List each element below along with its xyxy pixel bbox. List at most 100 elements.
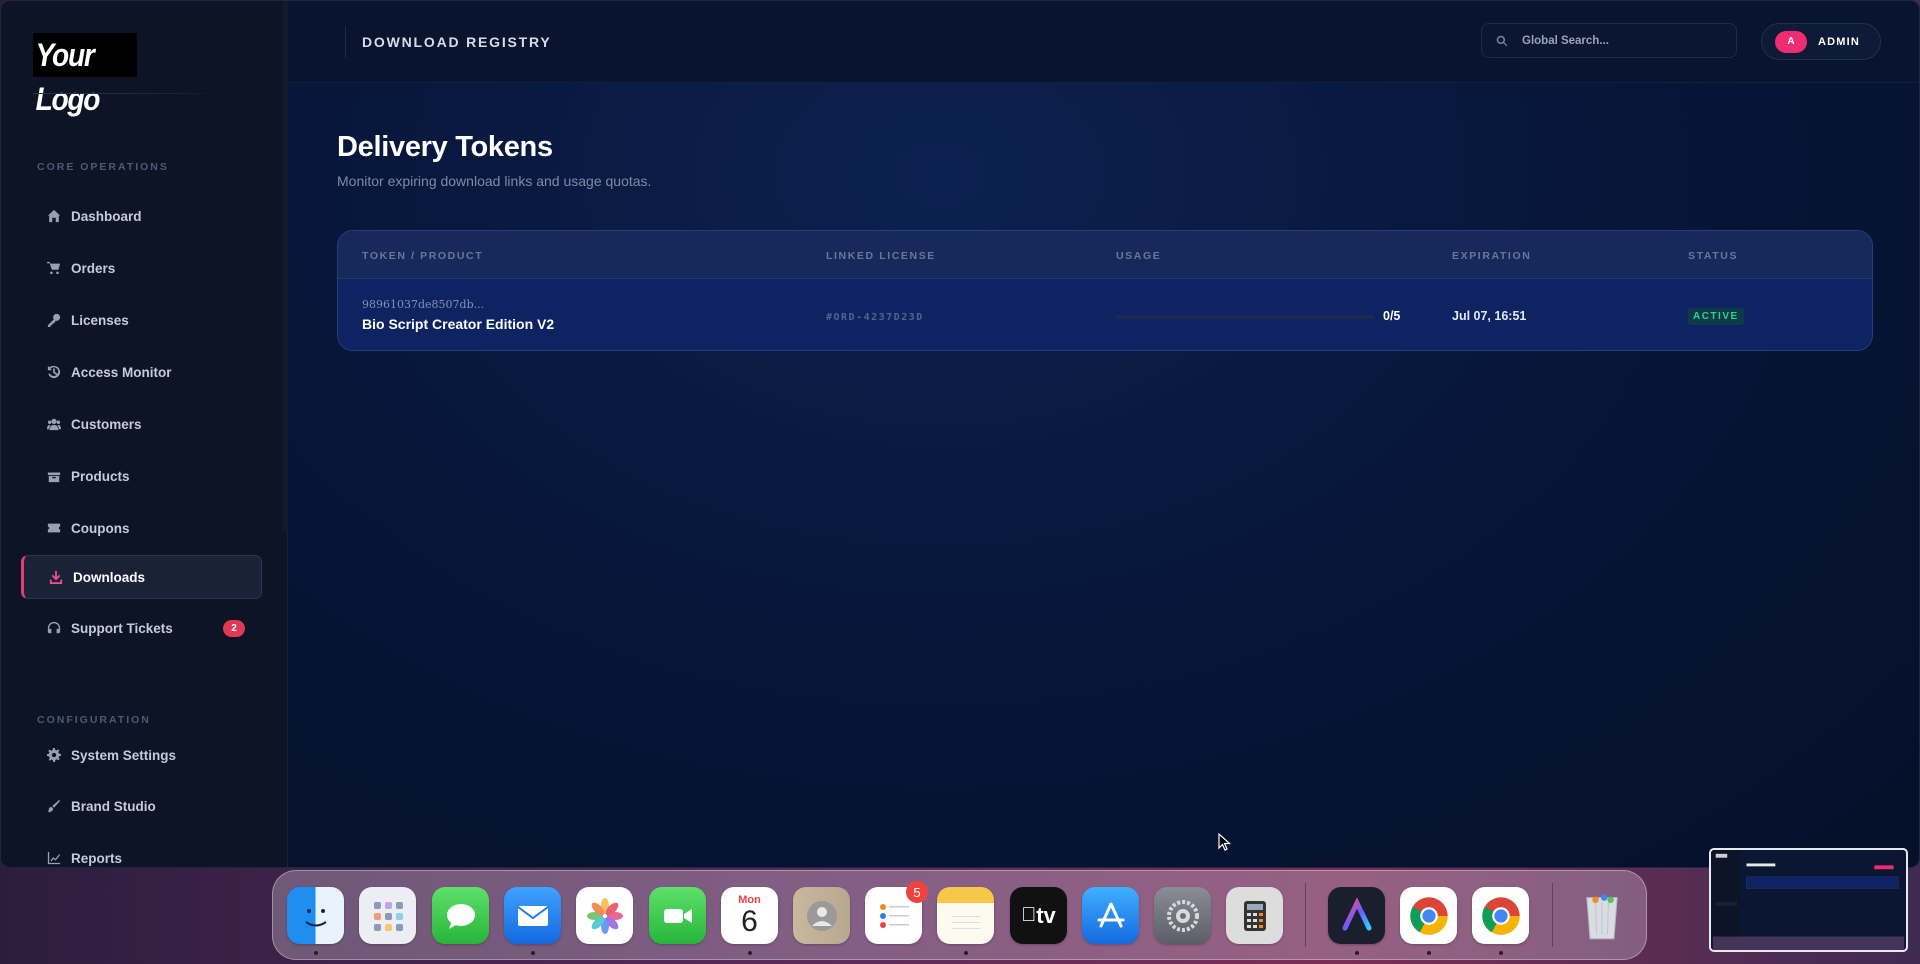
column-header-token: TOKEN / PRODUCT [362,250,484,262]
product-name: Bio Script Creator Edition V2 [362,316,555,332]
app-store-icon[interactable] [1082,887,1139,944]
user-menu[interactable]: A ADMIN [1761,23,1881,60]
tokens-table: TOKEN / PRODUCT LINKED LICENSE USAGE EXP… [337,230,1873,351]
gear-icon [47,748,61,762]
ticket-icon [47,521,61,535]
sidebar-item-support-tickets[interactable]: Support Tickets 2 [21,606,262,650]
trash-icon[interactable] [1573,887,1630,944]
facetime-icon[interactable] [649,887,706,944]
cart-icon [47,261,61,275]
apple-logo-icon:  [1021,904,1036,927]
reminders-badge: 5 [906,881,928,903]
sidebar: Your Logo CORE OPERATIONS Dashboard Orde… [1,1,288,867]
calendar-running-dot [748,951,752,955]
sidebar-item-coupons[interactable]: Coupons [21,506,262,550]
support-tickets-badge: 2 [223,620,245,637]
chrome-icon[interactable] [1472,887,1529,944]
search-icon [1496,35,1508,46]
sidebar-item-system-settings[interactable]: System Settings [21,733,262,777]
linked-license[interactable]: #ORD-4237D23D [826,312,924,323]
sidebar-item-products[interactable]: Products [21,454,262,498]
launchpad-icon[interactable] [359,887,416,944]
sidebar-item-label: Orders [71,260,116,276]
table-header: TOKEN / PRODUCT LINKED LICENSE USAGE EXP… [338,231,1872,279]
photos-icon[interactable] [576,887,633,944]
contacts-icon[interactable] [793,887,850,944]
sidebar-item-label: Licenses [71,312,129,328]
sidebar-item-licenses[interactable]: Licenses [21,298,262,342]
screenshot-thumbnail[interactable] [1709,848,1908,952]
home-icon [47,209,61,223]
page-title: Delivery Tokens [337,131,553,163]
system-settings-icon[interactable] [1154,887,1211,944]
calculator-icon[interactable] [1226,887,1283,944]
sidebar-item-orders[interactable]: Orders [21,246,262,290]
token-id: 98961037de8507db... [362,298,485,311]
dock-separator [1305,883,1306,947]
finder-running-dot [314,951,318,955]
sidebar-item-dashboard[interactable]: Dashboard [21,194,262,238]
topbar: DOWNLOAD REGISTRY A ADMIN [288,1,1919,83]
sidebar-item-label: Brand Studio [71,798,156,814]
app-window: Your Logo CORE OPERATIONS Dashboard Orde… [0,0,1920,868]
sidebar-item-label: Support Tickets [71,620,173,636]
expiration-date: Jul 07, 16:51 [1452,309,1527,323]
column-header-expiration: EXPIRATION [1452,250,1532,262]
mail-icon[interactable] [504,887,561,944]
topbar-title: DOWNLOAD REGISTRY [362,34,552,50]
user-label: ADMIN [1818,35,1861,48]
usage-progress-bar [1116,315,1374,319]
key-icon [47,313,61,327]
topbar-divider [345,26,346,58]
box-icon [47,469,61,483]
avatar: A [1775,30,1807,53]
mail-running-dot [531,951,535,955]
dock-separator [1552,883,1553,947]
apple-tv-label: tv [1028,902,1056,928]
notes-icon[interactable] [937,887,994,944]
sidebar-item-label: Reports [71,850,123,866]
logo-divider [33,93,218,94]
sidebar-item-access-monitor[interactable]: Access Monitor [21,350,262,394]
section-label-configuration: CONFIGURATION [37,714,151,726]
column-header-license: LINKED LICENSE [826,250,936,262]
chart-icon [47,851,61,865]
chrome-icon[interactable] [1400,887,1457,944]
chrome-running-dot [1427,951,1431,955]
arc-browser-icon[interactable] [1328,887,1385,944]
headset-icon [47,621,61,635]
status-badge: ACTIVE [1688,308,1744,325]
sidebar-item-label: Access Monitor [71,364,172,380]
sidebar-item-label: Coupons [71,520,130,536]
calendar-date: 6 [741,904,758,938]
section-label-core: CORE OPERATIONS [37,161,169,173]
finder-icon[interactable] [287,887,344,944]
calendar-day: Mon [738,893,761,906]
sidebar-item-brand-studio[interactable]: Brand Studio [21,784,262,828]
arc-running-dot [1355,951,1359,955]
main-content: DOWNLOAD REGISTRY A ADMIN Delivery Token… [288,1,1919,867]
calendar-icon[interactable]: Mon 6 [721,887,778,944]
table-row[interactable]: 98961037de8507db... Bio Script Creator E… [338,279,1872,350]
macos-dock: Mon 6 5 tv [272,870,1647,960]
global-search[interactable] [1481,23,1737,58]
sidebar-item-reports[interactable]: Reports [21,836,262,867]
sidebar-item-label: Dashboard [71,208,142,224]
sidebar-item-customers[interactable]: Customers [21,402,262,446]
usage-count: 0/5 [1383,309,1401,323]
sidebar-item-label: Customers [71,416,142,432]
messages-icon[interactable] [432,887,489,944]
search-input[interactable] [1522,34,1722,47]
sidebar-item-downloads[interactable]: Downloads [21,555,262,599]
apple-tv-icon[interactable]: tv [1010,887,1067,944]
notes-running-dot [964,951,968,955]
users-icon [47,417,61,431]
page-subtitle: Monitor expiring download links and usag… [337,173,652,189]
download-icon [49,570,63,584]
reminders-icon[interactable]: 5 [865,881,928,944]
sidebar-item-label: Products [71,468,130,484]
sidebar-item-label: Downloads [73,569,146,585]
chrome-running-dot [1499,951,1503,955]
brand-logo[interactable]: Your Logo [33,33,137,117]
column-header-usage: USAGE [1116,250,1162,262]
